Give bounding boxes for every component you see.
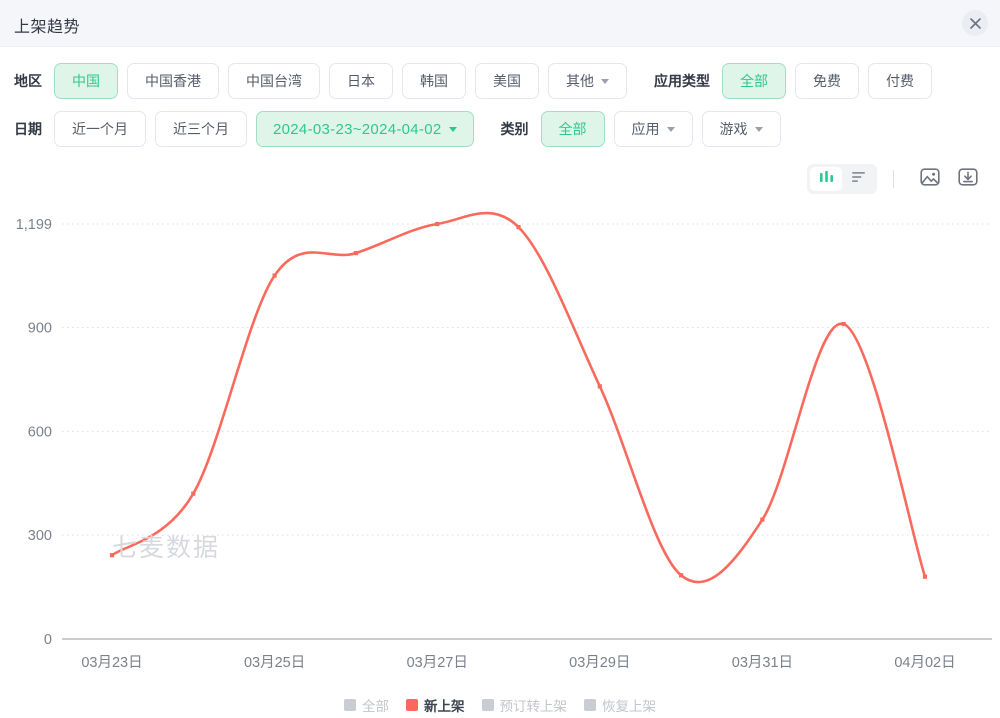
data-point (841, 321, 846, 327)
region-chip-other-label: 其他 (566, 73, 594, 89)
legend-swatch-preorder-released (481, 699, 494, 711)
close-icon (969, 17, 981, 29)
date-chip-last-month[interactable]: 近一个月 (54, 111, 146, 147)
region-chip-taiwan[interactable]: 中国台湾 (228, 63, 320, 99)
data-point (922, 574, 928, 579)
chevron-down-icon (448, 126, 457, 132)
filter-label-region: 地区 (14, 73, 42, 89)
series-line-new-releases (110, 211, 927, 584)
region-chip-korea-label: 韩国 (420, 73, 448, 89)
category-chip-apps-label: 应用 (631, 121, 660, 137)
image-export-button[interactable] (916, 165, 944, 193)
date-chip-last-three-months[interactable]: 近三个月 (155, 111, 247, 147)
date-range-picker[interactable]: 2024-03-23~2024-04-02 (256, 111, 474, 147)
chevron-down-icon (601, 78, 609, 84)
app-type-chip-free-label: 免费 (813, 73, 841, 89)
modal-header: 上架趋势 (0, 0, 1000, 47)
app-type-chip-free[interactable]: 免费 (795, 63, 859, 99)
app-type-chip-paid-label: 付费 (886, 73, 914, 89)
data-point (435, 221, 440, 227)
x-axis-tick-label: 03月23日 (81, 655, 142, 671)
category-chip-apps[interactable]: 应用 (613, 111, 693, 147)
data-point (760, 517, 765, 522)
legend-swatch-restored (584, 699, 596, 711)
region-chip-china-label: 中国 (72, 73, 100, 89)
download-button[interactable] (954, 165, 982, 193)
filter-label-app-type: 应用类型 (654, 73, 710, 89)
app-type-chip-paid[interactable]: 付费 (868, 63, 932, 99)
x-axis-tick-label: 03月29日 (569, 655, 630, 671)
date-chip-last-month-label: 近一个月 (72, 121, 128, 137)
data-point (353, 250, 358, 256)
region-chip-japan[interactable]: 日本 (329, 63, 393, 99)
image-export-icon (919, 166, 941, 193)
category-chip-all[interactable]: 全部 (540, 111, 605, 147)
y-axis-tick-label: 0 (44, 632, 52, 648)
y-axis-tick-label: 300 (28, 528, 52, 544)
filter-label-date: 日期 (14, 121, 42, 137)
page-title: 上架趋势 (14, 19, 81, 36)
table-view-button[interactable] (842, 167, 874, 191)
list-view-icon (851, 170, 866, 189)
filter-label-category: 类别 (500, 121, 529, 137)
region-chip-korea[interactable]: 韩国 (402, 63, 466, 99)
y-axis-tick-label: 1,199 (16, 217, 52, 233)
date-range-value: 2024-03-23~2024-04-02 (273, 120, 442, 138)
chart-toolbar (0, 159, 1000, 199)
region-chip-japan-label: 日本 (347, 73, 375, 89)
data-point (272, 273, 277, 278)
data-point (191, 491, 196, 496)
filter-row-date: 日期 近一个月 近三个月 2024-03-23~2024-04-02 类别 全部… (0, 105, 1000, 153)
date-chip-last-three-months-label: 近三个月 (173, 121, 229, 137)
data-point (679, 573, 684, 578)
region-chip-other[interactable]: 其他 (548, 63, 627, 99)
data-point (516, 225, 521, 230)
bar-chart-icon (819, 170, 834, 189)
region-chip-hongkong-label: 中国香港 (145, 73, 201, 89)
app-type-chip-all[interactable]: 全部 (722, 63, 786, 99)
region-chip-hongkong[interactable]: 中国香港 (127, 63, 219, 99)
region-chip-usa[interactable]: 美国 (475, 63, 539, 99)
app-type-chip-all-label: 全部 (740, 73, 768, 89)
x-axis-tick-label: 03月27日 (407, 655, 468, 671)
y-axis-tick-label: 900 (28, 320, 52, 336)
y-axis-tick-label: 600 (28, 424, 52, 440)
data-point (597, 384, 602, 389)
data-point (109, 553, 115, 558)
chart-container: 七麦数据 0 300 600 900 1,199 03月23日 03月25日 03月27日 03… (0, 199, 1000, 699)
x-axis-tick-label: 03月25日 (244, 655, 305, 671)
view-toggle-group (807, 164, 877, 194)
chevron-down-icon (754, 126, 763, 132)
close-button[interactable] (962, 10, 988, 36)
category-chip-games-label: 游戏 (719, 121, 748, 137)
legend-swatch-all (344, 699, 356, 711)
category-chip-all-label: 全部 (558, 121, 587, 137)
region-chip-usa-label: 美国 (493, 73, 521, 89)
category-chip-games[interactable]: 游戏 (701, 111, 781, 147)
download-icon (957, 166, 979, 193)
chart-view-button[interactable] (810, 167, 842, 191)
x-axis-tick-label: 03月31日 (732, 655, 793, 671)
filter-row-region: 地区 中国 中国香港 中国台湾 日本 韩国 美国 其他 应用类型 全部 免费 付… (0, 57, 1000, 105)
region-chip-china[interactable]: 中国 (54, 63, 118, 99)
line-chart[interactable]: 0 300 600 900 1,199 03月23日 03月25日 03月27日 03月29日 0… (0, 199, 1000, 699)
filter-panel: 地区 中国 中国香港 中国台湾 日本 韩国 美国 其他 应用类型 全部 免费 付… (0, 47, 1000, 157)
region-chip-taiwan-label: 中国台湾 (246, 73, 302, 89)
chevron-down-icon (666, 126, 675, 132)
toolbar-divider (893, 170, 894, 188)
legend-swatch-new-releases (406, 699, 418, 711)
x-axis-tick-label: 04月02日 (894, 655, 955, 671)
